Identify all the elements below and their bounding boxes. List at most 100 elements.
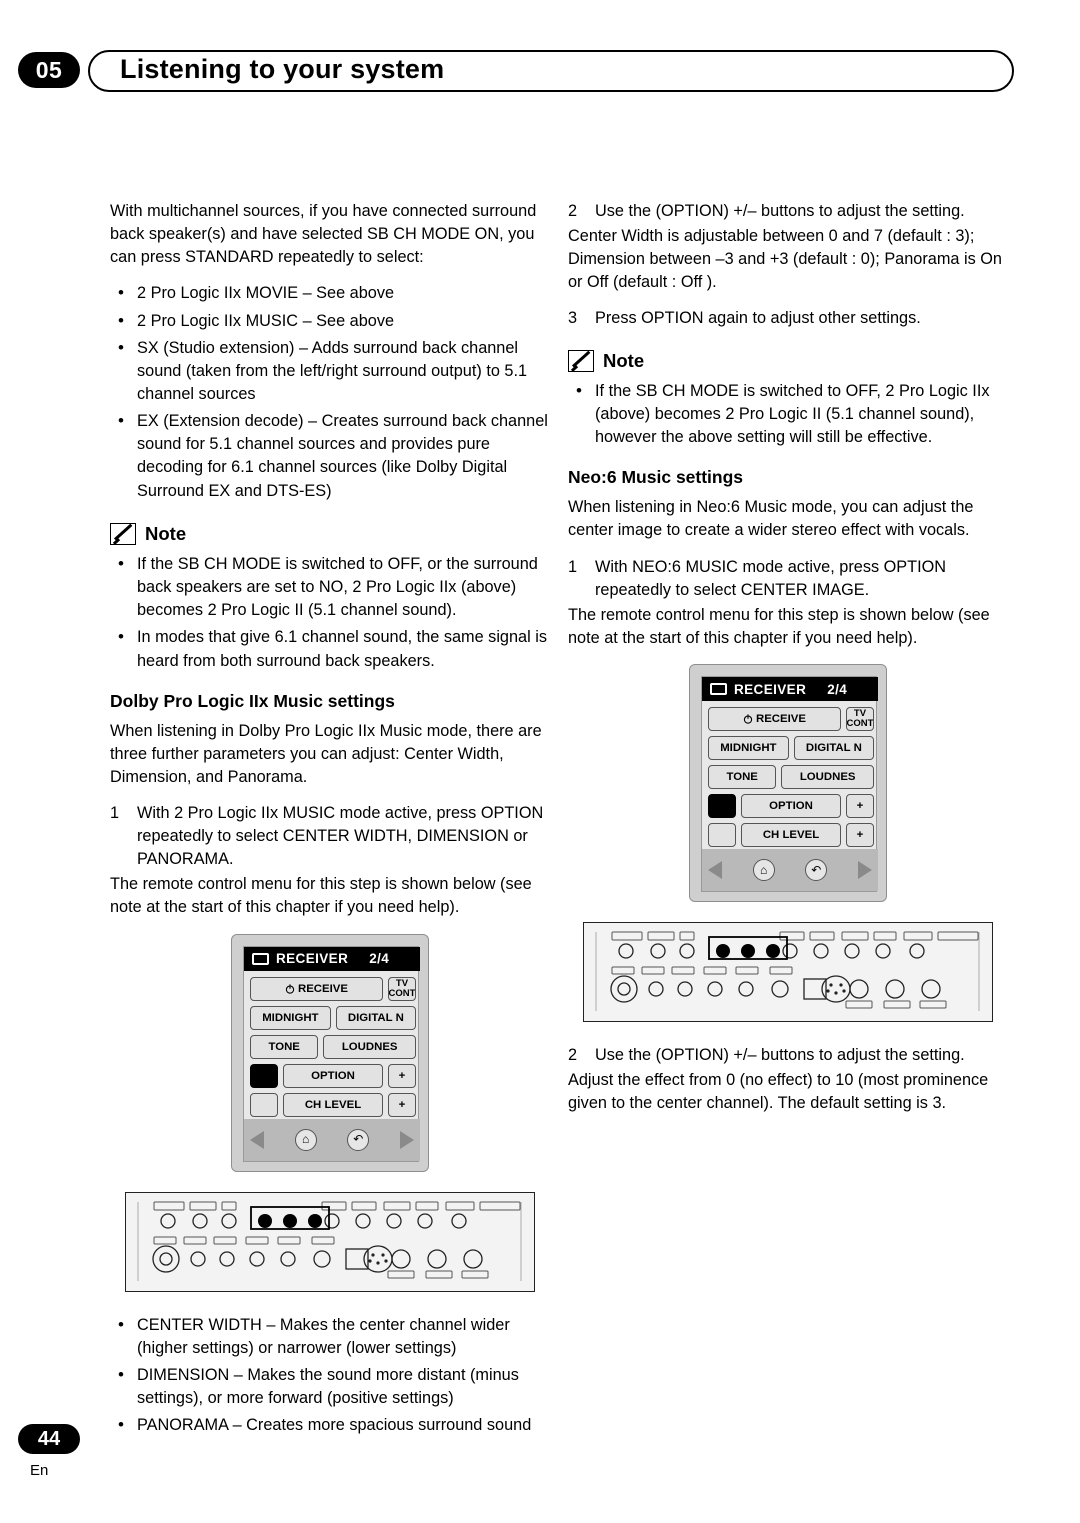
step-text: With 2 Pro Logic IIx MUSIC mode active, … bbox=[137, 803, 544, 869]
pencil-icon bbox=[110, 522, 136, 545]
ch-level-plus-button[interactable]: + bbox=[846, 823, 874, 848]
remote-row-5: CH LEVEL + bbox=[708, 823, 874, 848]
page-header: 05 Listening to your system bbox=[0, 40, 1080, 100]
step-text: Press OPTION again to adjust other setti… bbox=[595, 308, 921, 327]
note-header: Note bbox=[110, 521, 550, 547]
remote-face: RECEIVER 2/4 RECEIVE TV CONT MIDNIGHT DI… bbox=[701, 676, 878, 893]
ch-level-minus-button[interactable] bbox=[708, 823, 736, 848]
tv-control-button[interactable]: TV CONT bbox=[388, 976, 416, 1001]
list-item: 2 Pro Logic IIx MOVIE – See above bbox=[110, 281, 550, 305]
remote-title-bar: RECEIVER 2/4 bbox=[244, 946, 420, 971]
remote-title-bar: RECEIVER 2/4 bbox=[702, 677, 878, 702]
remote-face: RECEIVER 2/4 RECEIVE TV CONT MIDNIGHT DI… bbox=[243, 945, 420, 1162]
step-item: 1 With NEO:6 MUSIC mode active, press OP… bbox=[568, 556, 1008, 602]
step-number: 1 bbox=[110, 803, 120, 822]
list-item: If the SB CH MODE is switched to OFF, or… bbox=[110, 552, 550, 622]
right-column: 2 Use the (OPTION) +/– buttons to adjust… bbox=[568, 200, 1008, 1128]
left-note-list: If the SB CH MODE is switched to OFF, or… bbox=[110, 552, 550, 673]
ch-level-plus-button[interactable]: + bbox=[388, 1092, 416, 1117]
power-icon bbox=[743, 714, 753, 724]
neo6-steps: 1 With NEO:6 MUSIC mode active, press OP… bbox=[568, 556, 1008, 651]
step-item: 1 With 2 Pro Logic IIx MUSIC mode active… bbox=[110, 802, 550, 871]
home-icon[interactable]: ⌂ bbox=[294, 1128, 317, 1151]
footer-language-code: En bbox=[30, 1462, 49, 1479]
right-arrow-icon[interactable] bbox=[399, 1130, 414, 1149]
chapter-number-badge: 05 bbox=[18, 52, 80, 88]
right-arrow-icon[interactable] bbox=[857, 861, 872, 880]
loudness-button[interactable]: LOUDNES bbox=[323, 1034, 417, 1059]
home-icon[interactable]: ⌂ bbox=[752, 859, 775, 882]
remote-row-2: MIDNIGHT DIGITAL N bbox=[708, 736, 875, 761]
remote-row-1: RECEIVE TV CONT bbox=[250, 976, 416, 1001]
remote-row-4: OPTION + bbox=[708, 794, 874, 819]
tone-button[interactable]: TONE bbox=[250, 1034, 319, 1059]
back-icon[interactable]: ↶ bbox=[805, 859, 828, 882]
left-arrow-icon[interactable] bbox=[250, 1130, 264, 1149]
option-button[interactable]: OPTION bbox=[283, 1063, 383, 1088]
receive-button[interactable]: RECEIVE bbox=[250, 976, 383, 1001]
pencil-icon bbox=[568, 349, 594, 372]
section-intro-neo6: When listening in Neo:6 Music mode, you … bbox=[568, 498, 974, 540]
step-number: 1 bbox=[568, 557, 578, 576]
step-number: 2 bbox=[568, 202, 578, 220]
option-plus-button[interactable]: + bbox=[846, 794, 874, 819]
ch-level-button[interactable]: CH LEVEL bbox=[741, 823, 841, 848]
remote-title: RECEIVER bbox=[276, 951, 349, 967]
remote-row-3: TONE LOUDNES bbox=[708, 765, 875, 790]
list-item: CENTER WIDTH – Makes the center channel … bbox=[110, 1313, 550, 1360]
option-button[interactable]: OPTION bbox=[741, 794, 841, 819]
step-text: With NEO:6 MUSIC mode active, press OPTI… bbox=[595, 557, 947, 599]
list-item: SX (Studio extension) – Adds surround ba… bbox=[110, 336, 550, 406]
page-title: Listening to your system bbox=[120, 54, 445, 84]
neo6-steps-continued: 2 Use the (OPTION) +/– buttons to adjust… bbox=[568, 1044, 1008, 1115]
standard-modes-list: 2 Pro Logic IIx MOVIE – See above 2 Pro … bbox=[110, 281, 550, 502]
step-detail-text: Adjust the effect from 0 (no effect) to … bbox=[568, 1071, 989, 1113]
list-item: In modes that give 6.1 channel sound, th… bbox=[110, 625, 550, 672]
remote-page-indicator: 2/4 bbox=[369, 951, 390, 967]
option-minus-button[interactable] bbox=[250, 1063, 278, 1088]
receive-button-label: RECEIVE bbox=[297, 982, 348, 995]
tv-control-label-2: CONT bbox=[846, 718, 874, 730]
list-item: 2 Pro Logic IIx MUSIC – See above bbox=[110, 309, 550, 333]
panel-graphic bbox=[137, 1201, 522, 1281]
left-intro-paragraph: With multichannel sources, if you have c… bbox=[110, 202, 537, 267]
ch-level-button[interactable]: CH LEVEL bbox=[283, 1092, 383, 1117]
remote-nav-bar: ⌂ ↶ bbox=[244, 1118, 420, 1161]
tv-icon bbox=[710, 683, 727, 696]
remote-row-4: OPTION + bbox=[250, 1063, 416, 1088]
option-minus-button[interactable] bbox=[708, 794, 736, 819]
option-plus-button[interactable]: + bbox=[388, 1063, 416, 1088]
receive-button-label: RECEIVE bbox=[755, 712, 806, 725]
step-number: 3 bbox=[568, 308, 578, 327]
step-item: 2 Use the (OPTION) +/– buttons to adjust… bbox=[568, 1044, 1008, 1067]
power-icon bbox=[285, 984, 295, 994]
step-text: Use the (OPTION) +/– buttons to adjust t… bbox=[595, 1046, 965, 1065]
panel-graphic bbox=[595, 931, 980, 1012]
tv-control-button[interactable]: TV CONT bbox=[846, 707, 874, 732]
receive-button[interactable]: RECEIVE bbox=[708, 707, 841, 732]
step-extra-text: The remote control menu for this step is… bbox=[110, 875, 532, 917]
receiver-front-panel-illustration-dolby bbox=[125, 1191, 535, 1292]
ch-level-minus-button[interactable] bbox=[250, 1092, 278, 1117]
digital-nr-button[interactable]: DIGITAL N bbox=[793, 736, 875, 761]
loudness-button[interactable]: LOUDNES bbox=[781, 765, 875, 790]
midnight-button[interactable]: MIDNIGHT bbox=[708, 736, 789, 761]
digital-nr-button[interactable]: DIGITAL N bbox=[335, 1005, 417, 1030]
remote-page-indicator: 2/4 bbox=[827, 681, 848, 697]
parameter-description-list: CENTER WIDTH – Makes the center channel … bbox=[110, 1313, 550, 1438]
step-text: Use the (OPTION) +/– buttons to adjust t… bbox=[595, 202, 965, 220]
tone-button[interactable]: TONE bbox=[708, 765, 777, 790]
section-heading-dolby: Dolby Pro Logic IIx Music settings bbox=[110, 690, 395, 711]
footer-page-number: 44 bbox=[18, 1424, 80, 1454]
remote-nav-bar: ⌂ ↶ bbox=[702, 849, 878, 892]
left-arrow-icon[interactable] bbox=[708, 861, 722, 880]
step-extra-text: The remote control menu for this step is… bbox=[568, 605, 990, 647]
step-detail-text: Center Width is adjustable between 0 and… bbox=[568, 227, 1002, 292]
dolby-steps: 1 With 2 Pro Logic IIx MUSIC mode active… bbox=[110, 802, 550, 920]
remote-control-illustration-dolby: RECEIVER 2/4 RECEIVE TV CONT MIDNIGHT DI… bbox=[231, 933, 429, 1172]
left-column: With multichannel sources, if you have c… bbox=[110, 200, 550, 1449]
midnight-button[interactable]: MIDNIGHT bbox=[250, 1005, 331, 1030]
remote-row-5: CH LEVEL + bbox=[250, 1092, 416, 1117]
remote-row-3: TONE LOUDNES bbox=[250, 1034, 417, 1059]
back-icon[interactable]: ↶ bbox=[347, 1128, 370, 1151]
